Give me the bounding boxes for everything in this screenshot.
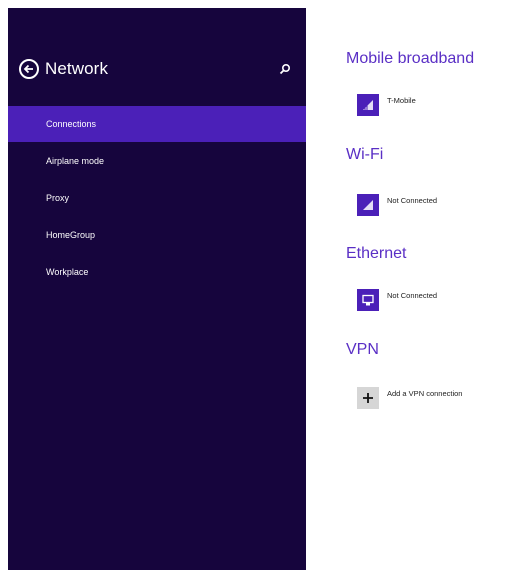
search-icon [279, 63, 291, 75]
connection-label: T-Mobile [387, 96, 416, 105]
connection-label: Not Connected [387, 196, 438, 205]
signal-bars-icon [357, 94, 379, 116]
ethernet-icon [357, 289, 379, 311]
sidebar-nav: Connections Airplane mode Proxy HomeGrou… [8, 106, 306, 290]
wifi-signal-icon [357, 194, 379, 216]
settings-sidebar: Network Connections Airplane mode Proxy … [8, 8, 306, 570]
connection-mobile-broadband[interactable]: T-Mobile [357, 94, 416, 116]
sidebar-item-label: Connections [46, 119, 97, 129]
plus-icon [357, 387, 379, 409]
connections-panel: Mobile broadband T-Mobile Wi-Fi Not Conn… [346, 0, 514, 579]
search-button[interactable] [275, 59, 295, 79]
section-title-ethernet: Ethernet [346, 245, 407, 262]
sidebar-item-workplace[interactable]: Workplace [8, 254, 306, 290]
section-title-wifi: Wi-Fi [346, 146, 384, 163]
sidebar-item-homegroup[interactable]: HomeGroup [8, 217, 306, 253]
connection-label: Not Connected [387, 291, 438, 300]
sidebar-item-label: Workplace [46, 267, 89, 277]
sidebar-item-label: HomeGroup [46, 230, 96, 240]
page-title: Network [45, 59, 109, 78]
sidebar-header: Network [19, 57, 299, 81]
sidebar-item-label: Airplane mode [46, 156, 105, 166]
back-arrow-icon [23, 64, 33, 74]
sidebar-item-airplane-mode[interactable]: Airplane mode [8, 143, 306, 179]
sidebar-item-label: Proxy [46, 193, 70, 203]
section-title-mobile-broadband: Mobile broadband [346, 50, 475, 67]
add-vpn-connection-button[interactable]: Add a VPN connection [357, 387, 462, 409]
connection-ethernet[interactable]: Not Connected [357, 289, 437, 311]
back-button[interactable] [19, 59, 39, 79]
connection-wifi[interactable]: Not Connected [357, 194, 437, 216]
sidebar-item-proxy[interactable]: Proxy [8, 180, 306, 216]
sidebar-item-connections[interactable]: Connections [8, 106, 306, 142]
section-title-vpn: VPN [346, 341, 379, 358]
connection-label: Add a VPN connection [387, 389, 463, 398]
